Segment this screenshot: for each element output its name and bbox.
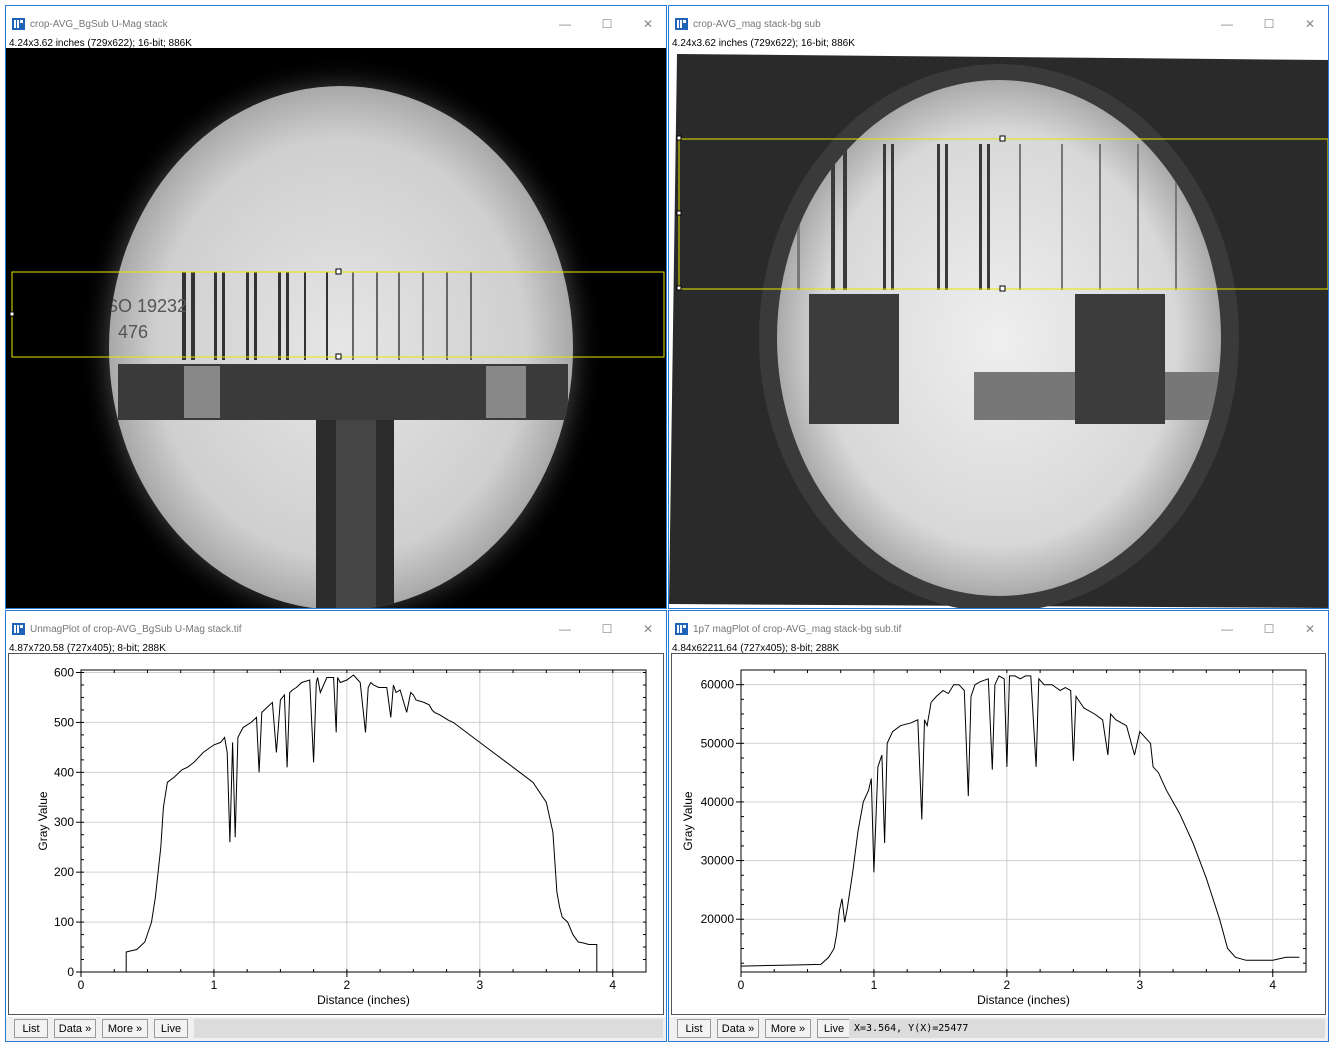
minimize-icon[interactable]: — [1215,14,1239,34]
coordinate-status: X=3.564, Y(X)=25477 [849,1019,1325,1038]
roi-handle[interactable] [999,135,1006,142]
title-bar[interactable]: crop-AVG_mag stack-bg sub — ☐ ✕ [669,6,1328,36]
close-icon[interactable]: ✕ [1298,619,1322,639]
x-axis-label: Distance (inches) [977,993,1070,1007]
close-icon[interactable]: ✕ [636,14,660,34]
title-bar[interactable]: 1p7 magPlot of crop-AVG_mag stack-bg sub… [669,611,1328,641]
y-tick-label: 200 [54,865,74,879]
roi-handle[interactable] [9,311,15,317]
close-icon[interactable]: ✕ [636,619,660,639]
coordinate-status [194,1019,663,1038]
imagej-icon [12,623,25,635]
list-button[interactable]: List [677,1019,711,1038]
y-tick-label: 600 [54,665,74,679]
live-button[interactable]: Live [154,1019,188,1038]
y-tick-label: 20000 [701,912,735,926]
image-window-mag[interactable]: crop-AVG_mag stack-bg sub — ☐ ✕ 4.24x3.6… [668,5,1329,609]
x-tick-label: 0 [78,978,85,992]
image-label-number: 476 [118,322,148,342]
roi-handle[interactable] [335,268,342,275]
y-axis-label: Gray Value [36,791,50,850]
y-tick-label: 400 [54,765,74,779]
window-title: 1p7 magPlot of crop-AVG_mag stack-bg sub… [693,624,902,635]
x-tick-label: 4 [609,978,616,992]
imagej-icon [675,18,688,30]
x-tick-label: 2 [1004,978,1011,992]
plot-canvas[interactable]: 0 1 2 3 4 20000 30000 40000 50000 60000 Distance (… [671,653,1326,1015]
plot-window-unmag[interactable]: UnmagPlot of crop-AVG_BgSub U-Mag stack.… [5,610,667,1042]
minimize-icon[interactable]: — [553,619,577,639]
roi-handle[interactable] [676,285,682,291]
maximize-icon[interactable]: ☐ [1257,619,1281,639]
more-button[interactable]: More » [102,1019,148,1038]
roi-handle[interactable] [676,135,682,141]
x-tick-label: 1 [871,978,878,992]
image-canvas[interactable]: SO 19232 476 [6,48,666,608]
list-button[interactable]: List [14,1019,48,1038]
imagej-icon [12,18,25,30]
x-tick-label: 0 [738,978,745,992]
image-window-unmag[interactable]: crop-AVG_BgSub U-Mag stack — ☐ ✕ 4.24x3.… [5,5,667,609]
x-tick-label: 3 [476,978,483,992]
plot-button-bar: List Data » More » Live X=3.564, Y(X)=25… [669,1017,1328,1041]
y-tick-label: 40000 [701,795,735,809]
x-tick-label: 4 [1269,978,1276,992]
maximize-icon[interactable]: ☐ [1257,14,1281,34]
x-tick-label: 3 [1136,978,1143,992]
profile-series-line [740,675,1300,967]
minimize-icon[interactable]: — [1215,619,1239,639]
imagej-icon [675,623,688,635]
y-tick-label: 30000 [701,854,735,868]
data-button[interactable]: Data » [54,1019,96,1038]
y-tick-label: 60000 [701,678,735,692]
plot-button-bar: List Data » More » Live [6,1017,666,1041]
x-tick-label: 1 [211,978,218,992]
more-button[interactable]: More » [765,1019,811,1038]
close-icon[interactable]: ✕ [1298,14,1322,34]
profile-plot: 0 1 2 3 4 0 100 200 300 400 500 600 Distance (inches… [36,665,647,1007]
plot-canvas[interactable]: 0 1 2 3 4 0 100 200 300 400 500 600 Distance (inches… [8,653,664,1015]
y-tick-label: 0 [67,965,74,979]
roi-handle[interactable] [999,285,1006,292]
window-title: crop-AVG_BgSub U-Mag stack [30,19,168,30]
y-tick-label: 100 [54,915,74,929]
window-title: UnmagPlot of crop-AVG_BgSub U-Mag stack.… [30,624,242,635]
profile-plot: 0 1 2 3 4 20000 30000 40000 50000 60000 Distance (… [681,669,1307,1007]
live-button[interactable]: Live [817,1019,851,1038]
image-content: SO 19232 476 [6,48,666,608]
maximize-icon[interactable]: ☐ [595,619,619,639]
image-label-iso: SO 19232 [106,296,187,316]
x-tick-label: 2 [344,978,351,992]
profile-series-line [125,674,598,972]
window-title: crop-AVG_mag stack-bg sub [693,19,821,30]
y-axis-label: Gray Value [681,791,695,850]
image-canvas[interactable] [669,48,1328,608]
x-axis-label: Distance (inches) [317,993,410,1007]
y-tick-label: 500 [54,715,74,729]
roi-handle[interactable] [335,353,342,360]
image-content [669,54,1328,608]
maximize-icon[interactable]: ☐ [595,14,619,34]
data-button[interactable]: Data » [717,1019,759,1038]
roi-handle[interactable] [676,210,682,216]
minimize-icon[interactable]: — [553,14,577,34]
y-tick-label: 300 [54,815,74,829]
plot-window-mag[interactable]: 1p7 magPlot of crop-AVG_mag stack-bg sub… [668,610,1329,1042]
y-tick-label: 50000 [701,736,735,750]
title-bar[interactable]: crop-AVG_BgSub U-Mag stack — ☐ ✕ [6,6,666,36]
title-bar[interactable]: UnmagPlot of crop-AVG_BgSub U-Mag stack.… [6,611,666,641]
